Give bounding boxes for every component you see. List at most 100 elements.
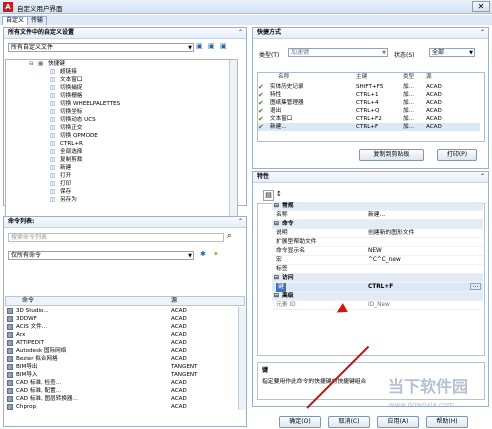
window-title: 自定义用户界面 bbox=[17, 5, 63, 13]
tree-item[interactable]: ◫ 另存为 bbox=[50, 196, 77, 204]
command-filter-select[interactable]: 仅所有命令 ▼ bbox=[8, 251, 194, 260]
tree-item[interactable]: ◫ CTRL+R bbox=[50, 140, 83, 148]
source-column-header[interactable]: 源 bbox=[171, 297, 177, 305]
command-icon bbox=[7, 380, 13, 386]
save-file-icon[interactable]: ▣ bbox=[208, 42, 218, 52]
tree-item[interactable]: ◫ 打开 bbox=[50, 172, 71, 180]
shortcut-row[interactable]: ✔ 实体历史记录 SHIFT+F5 加... ACAD bbox=[258, 83, 480, 91]
property-row-macro[interactable]: 宏 ^C^C_new bbox=[272, 256, 483, 265]
command-row[interactable]: BIM导入 TANGENT bbox=[6, 371, 238, 379]
command-row[interactable]: Autodesk 国际网络 ACAD bbox=[6, 347, 238, 355]
shortcut-row[interactable]: ✔ 特性 CTRL+1 加... ACAD bbox=[258, 91, 480, 99]
command-row[interactable]: Arx ACAD bbox=[6, 331, 238, 339]
properties-header: 特性 bbox=[253, 172, 488, 183]
type-select[interactable]: 加速键 ▼ bbox=[288, 48, 388, 57]
open-file-icon[interactable]: ▣ bbox=[196, 42, 206, 52]
command-row[interactable]: 3D Studio... ACAD bbox=[6, 307, 238, 315]
tree-item[interactable]: ◫ 复制剪裁 bbox=[50, 156, 82, 164]
command-icon: ◫ bbox=[50, 181, 56, 187]
cancel-button[interactable]: 取消(C) bbox=[328, 416, 370, 428]
command-icon bbox=[7, 324, 13, 330]
command-row[interactable]: CAD 标准, 配置... ACAD bbox=[6, 387, 238, 395]
print-button[interactable]: 打印(P) bbox=[437, 149, 477, 161]
sort-az-icon[interactable]: ↕ bbox=[276, 190, 282, 198]
shortcut-row[interactable]: ✔ 图纸集管理器 CTRL+4 加... ACAD bbox=[258, 99, 480, 107]
property-row-description[interactable]: 说明 创建新的图形文件 bbox=[272, 229, 483, 238]
property-group-command[interactable]: ⊟ 命令 bbox=[272, 220, 483, 229]
star-icon[interactable]: ✦ bbox=[213, 250, 219, 258]
new-command-icon[interactable]: ✱ bbox=[200, 250, 206, 258]
property-group-general[interactable]: ⊟ 常规 bbox=[272, 202, 483, 211]
command-row[interactable]: ATTIPEDIT ACAD bbox=[6, 339, 238, 347]
close-button[interactable]: ✕ bbox=[472, 1, 490, 12]
property-group-access[interactable]: ⊟ 访问 bbox=[272, 274, 483, 283]
collapse-icon[interactable]: ⌃ bbox=[238, 218, 243, 225]
tree-item[interactable]: ◫ 切换 WHEELPALETTES bbox=[50, 100, 120, 108]
command-icon: ◫ bbox=[50, 165, 56, 171]
tree-item[interactable]: ◫ 切换坐标 bbox=[50, 108, 82, 116]
property-group-advanced[interactable]: ⊟ 高级 bbox=[272, 292, 483, 301]
tab-customize[interactable]: 自定义 bbox=[2, 16, 29, 25]
status-value: 全部 bbox=[432, 49, 445, 56]
expand-minus-icon[interactable]: ⊟ bbox=[29, 60, 34, 68]
property-row-element-id[interactable]: 元素 ID ID_New bbox=[272, 301, 483, 310]
ok-button[interactable]: 确定(O) bbox=[279, 416, 321, 428]
tree-item[interactable]: ◫ 切换正交 bbox=[50, 124, 82, 132]
status-select[interactable]: 全部 ▼ bbox=[429, 48, 475, 57]
command-row[interactable]: 3DDWF ACAD bbox=[6, 315, 238, 323]
command-row[interactable]: CAD 标准, 图层转换器... ACAD bbox=[6, 395, 238, 403]
command-icon: ◫ bbox=[50, 69, 56, 75]
command-column-header[interactable]: 命令 bbox=[22, 297, 34, 305]
property-row-keys[interactable]: 键 CTRL+F… bbox=[272, 283, 483, 292]
tree-item[interactable]: ◫ 打印 bbox=[50, 180, 71, 188]
categorized-view-icon[interactable]: ▤ bbox=[263, 190, 274, 201]
customization-tree[interactable]: ⊟ ▦ 快捷键 ◫ 超链接 ◫ 文本窗口 ◫ 切换捕捉 ◫ 切换栅格 ◫ 切换 WHEELPA… bbox=[5, 59, 238, 227]
status-label: 状态(S) bbox=[394, 52, 415, 59]
tree-item[interactable]: ◫ 切换动态 UCS bbox=[50, 116, 96, 124]
tree-item[interactable]: ◫ 文本窗口 bbox=[50, 76, 82, 84]
tree-item[interactable]: ◫ 新建 bbox=[50, 164, 71, 172]
tree-item[interactable]: ◫ 切换 QPMODE bbox=[50, 132, 98, 140]
apply-button[interactable]: 应用(A) bbox=[377, 416, 419, 428]
edit-keys-button[interactable]: … bbox=[470, 283, 481, 290]
search-icon[interactable]: ⌕ bbox=[227, 231, 231, 241]
tree-item[interactable]: ◫ 全部选择 bbox=[50, 148, 82, 156]
copy-to-clipboard-button[interactable]: 复制到剪贴板 bbox=[359, 149, 424, 161]
check-icon: ✔ bbox=[258, 91, 264, 99]
property-row-name[interactable]: 名称 新建... bbox=[272, 211, 483, 220]
check-icon: ✔ bbox=[258, 115, 264, 123]
collapse-icon[interactable]: ⌃ bbox=[238, 29, 243, 36]
command-row[interactable]: CAD 标准, 检查... ACAD bbox=[6, 379, 238, 387]
collapse-icon[interactable]: ⌃ bbox=[480, 173, 485, 180]
property-row-display-name[interactable]: 命令显示名 NEW bbox=[272, 247, 483, 256]
command-icon: ◫ bbox=[50, 173, 56, 179]
check-icon: ✔ bbox=[258, 99, 264, 107]
tree-item[interactable]: ◫ 保存 bbox=[50, 188, 71, 196]
command-icon: ◫ bbox=[50, 109, 56, 115]
collapse-icon[interactable]: ⌃ bbox=[480, 29, 485, 36]
tab-transfer[interactable]: 传输 bbox=[27, 16, 48, 25]
command-row[interactable]: ACIS 文件... ACAD bbox=[6, 323, 238, 331]
help-button[interactable]: 帮助(H) bbox=[426, 416, 468, 428]
customization-file-select[interactable]: 所有自定义文件 ▼ bbox=[8, 43, 194, 52]
shortcut-row[interactable]: ✔ 退出 CTRL+Q 加... ACAD bbox=[258, 107, 480, 115]
property-row-help-file[interactable]: 扩展型帮助文件 bbox=[272, 238, 483, 247]
command-scrollbar[interactable] bbox=[238, 307, 246, 410]
shortcut-row-selected[interactable]: ✔ 新建... CTRL+F 加... ACAD bbox=[258, 123, 480, 131]
command-row[interactable]: Bezier 拟合网格 ACAD bbox=[6, 355, 238, 363]
tree-scrollbar[interactable] bbox=[229, 60, 237, 226]
command-icon bbox=[7, 308, 13, 314]
command-icon: ◫ bbox=[50, 197, 56, 203]
tree-item[interactable]: ◫ 切换栅格 bbox=[50, 92, 82, 100]
load-file-icon[interactable]: ▣ bbox=[220, 42, 230, 52]
autocad-logo-icon: A bbox=[3, 2, 13, 12]
command-search-placeholder: 搜索命令列表 bbox=[11, 234, 48, 241]
property-row-tags[interactable]: 标签 bbox=[272, 265, 483, 274]
tree-item[interactable]: ◫ 超链接 bbox=[50, 68, 77, 76]
command-row[interactable]: BIM导出 TANGENT bbox=[6, 363, 238, 371]
watermark-url: www.downxia.com bbox=[388, 401, 454, 409]
shortcut-row[interactable]: ✔ 文本窗口 CTRL+F2 加... ACAD bbox=[258, 115, 480, 123]
tree-item[interactable]: ◫ 切换捕捉 bbox=[50, 84, 82, 92]
command-row[interactable]: Chprop ACAD bbox=[6, 403, 238, 411]
command-search-input[interactable]: 搜索命令列表 bbox=[8, 233, 224, 242]
